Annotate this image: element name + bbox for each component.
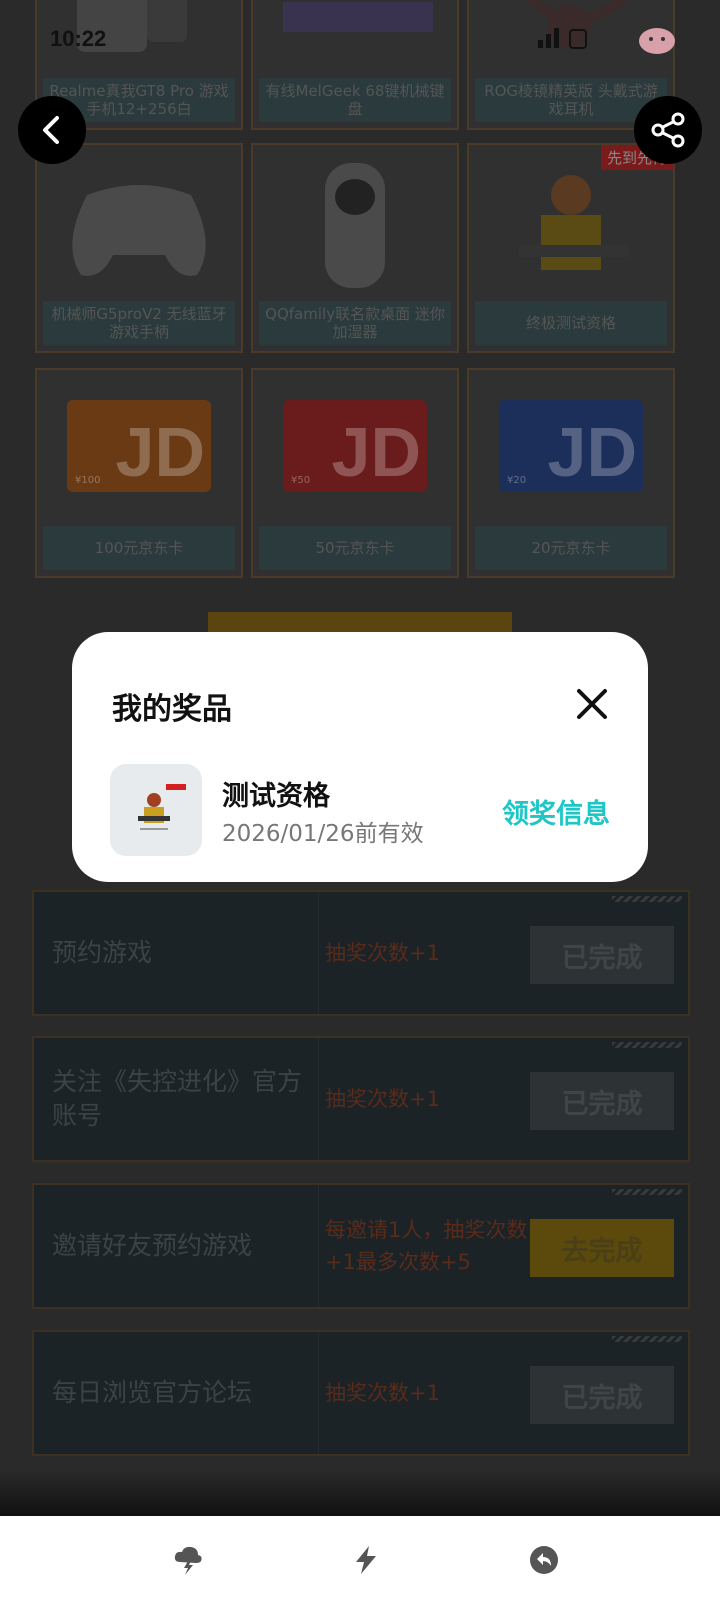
weather-bolt-icon [174,1546,202,1575]
bottom-toolbar [0,1516,720,1604]
mountain-silhouette [0,1470,720,1516]
task-panel: 预约游戏 抽奖次数+1 已完成 [32,890,690,1016]
share-icon [651,112,685,148]
close-icon [577,689,607,719]
prize-card[interactable]: JD ¥20 20元京东卡 [467,368,675,578]
gamepad-image [72,185,206,276]
prize-label: 20元京东卡 [475,526,667,570]
task-panel: 邀请好友预约游戏 每邀请1人，抽奖次数+1最多次数+5 去完成 [32,1183,690,1309]
dialog-title: 我的奖品 [112,692,232,727]
keyboard-image [283,2,433,32]
panel-decoration [612,1189,682,1195]
prize-label: 100元京东卡 [43,526,235,570]
signal-icon [538,28,587,49]
avatar [636,24,678,56]
status-icons [536,24,596,52]
nav-weather-button[interactable] [172,1544,204,1576]
task-status-button[interactable]: 已完成 [530,1366,674,1424]
task-status-button[interactable]: 已完成 [530,926,674,984]
prize-card[interactable]: QQfamily联名款桌面 迷你加湿器 [251,143,459,353]
prize-name: 测试资格 [222,781,330,812]
task-reward: 每邀请1人，抽奖次数+1最多次数+5 [318,1185,528,1307]
task-name: 每日浏览官方论坛 [52,1378,253,1407]
panel-decoration [612,1336,682,1342]
prize-label: 终极测试资格 [475,301,667,345]
share-button[interactable] [634,96,702,164]
chevron-left-icon [43,116,59,144]
close-button[interactable] [572,684,612,724]
task-reward: 抽奖次数+1 [318,892,528,1014]
task-panel: 每日浏览官方论坛 抽奖次数+1 已完成 [32,1330,690,1456]
prize-card[interactable]: 先到先得 终极测试资格 [467,143,675,353]
task-go-button[interactable]: 去完成 [530,1219,674,1277]
lightning-icon [356,1546,376,1574]
prize-card[interactable]: JD ¥50 50元京东卡 [251,368,459,578]
prize-validity: 2026/01/26前有效 [222,821,424,847]
claim-info-link[interactable]: 领奖信息 [502,792,610,831]
task-status-button[interactable]: 已完成 [530,1072,674,1130]
pig-avatar-icon [639,28,675,54]
prize-label: QQfamily联名款桌面 迷你加湿器 [259,301,451,345]
jd-card-image: JD ¥100 [67,400,211,492]
prize-label: 机械师G5proV2 无线蓝牙游戏手柄 [43,301,235,345]
back-button[interactable] [18,96,86,164]
prize-label: 50元京东卡 [259,526,451,570]
task-name: 预约游戏 [52,938,153,967]
jd-card-image: JD ¥50 [283,400,427,492]
nav-back-button[interactable] [528,1544,560,1576]
prize-card[interactable]: JD ¥100 100元京东卡 [35,368,243,578]
prize-card[interactable]: 机械师G5proV2 无线蓝牙游戏手柄 [35,143,243,353]
jd-card-image: JD ¥20 [499,400,643,492]
humidifier-image [325,163,385,288]
task-reward: 抽奖次数+1 [318,1038,528,1160]
status-time: 10:22 [50,26,107,51]
nav-lightning-button[interactable] [350,1544,382,1576]
task-name: 邀请好友预约游戏 [52,1231,253,1260]
prize-thumbnail [110,764,202,856]
character-image [519,175,629,270]
task-reward: 抽奖次数+1 [318,1332,528,1454]
prize-card[interactable]: 有线MelGeek 68键机械键盘 [251,0,459,130]
panel-decoration [612,896,682,902]
panel-decoration [612,1042,682,1048]
back-arrow-icon [530,1546,558,1574]
task-panel: 关注《失控进化》官方账号 抽奖次数+1 已完成 [32,1036,690,1162]
prize-label: 有线MelGeek 68键机械键盘 [259,78,451,122]
prize-character-image [138,784,186,830]
task-name: 关注《失控进化》官方账号 [52,1067,303,1130]
my-prizes-dialog: 我的奖品 测试资格 2026/01/26前有效 领奖信息 [72,632,648,882]
